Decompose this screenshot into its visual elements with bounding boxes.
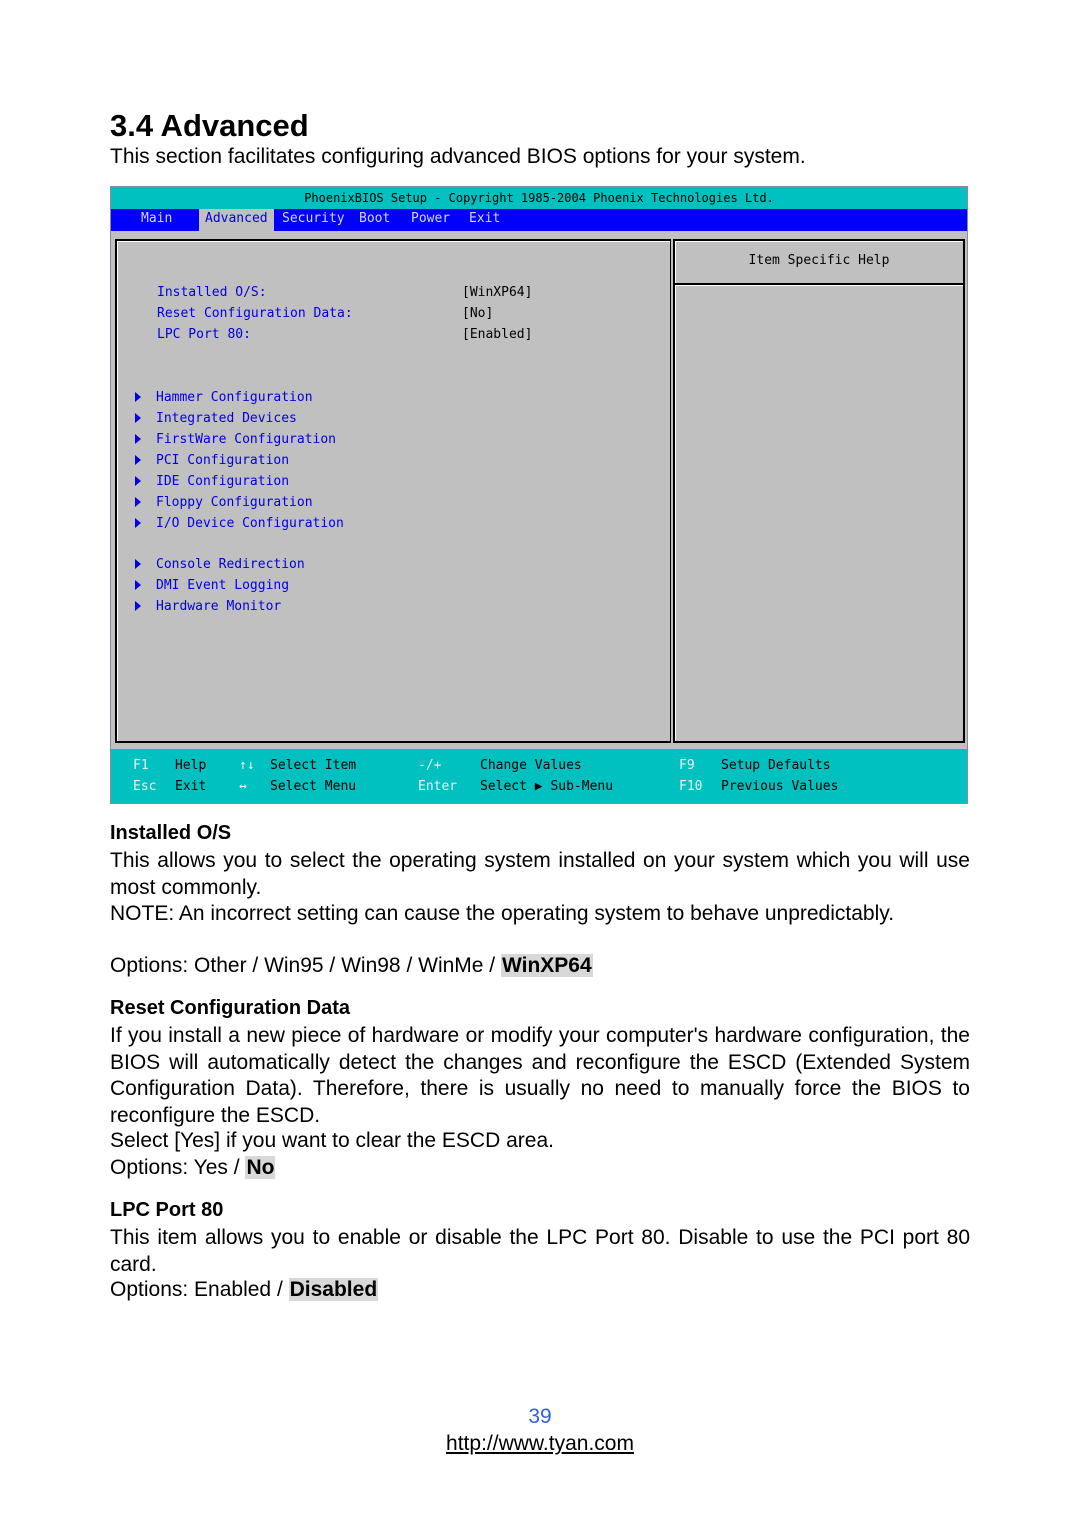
page-number: 39 xyxy=(528,1405,552,1428)
default-option-highlight: Disabled xyxy=(288,1278,379,1301)
submenu-arrow-icon xyxy=(135,601,141,611)
reset-config-heading: Reset Configuration Data xyxy=(110,997,351,1019)
submenu-label: Floppy Configuration xyxy=(156,495,313,510)
submenu-arrow-icon xyxy=(135,518,141,528)
key-select-item-desc: Select Item xyxy=(270,758,357,773)
key-up-down-arrows-icon: ↑↓ xyxy=(239,758,255,773)
key-f1-desc: Help xyxy=(175,758,207,773)
key-select-submenu-desc: Select ▶ Sub-Menu xyxy=(480,779,614,794)
bios-title-bar: PhoenixBIOS Setup - Copyright 1985-2004 … xyxy=(111,187,967,209)
submenu-label: Console Redirection xyxy=(156,557,305,572)
submenu-label: DMI Event Logging xyxy=(156,578,290,593)
submenu-hardware-monitor[interactable]: Hardware Monitor xyxy=(135,599,281,614)
submenu-integrated-devices[interactable]: Integrated Devices xyxy=(135,411,297,426)
submenu-arrow-icon xyxy=(135,455,141,465)
submenu-console-redirection[interactable]: Console Redirection xyxy=(135,557,305,572)
submenu-arrow-icon xyxy=(135,476,141,486)
key-minus-plus: -/+ xyxy=(418,758,442,773)
submenu-pci-configuration[interactable]: PCI Configuration xyxy=(135,453,289,468)
installed-os-description: This allows you to select the operating … xyxy=(110,849,970,899)
key-f9-desc: Setup Defaults xyxy=(721,758,831,773)
options-list: Options: Enabled / xyxy=(110,1278,289,1301)
key-f10: F10 xyxy=(679,779,703,794)
submenu-label: Hardware Monitor xyxy=(156,599,282,614)
installed-os-heading: Installed O/S xyxy=(110,822,232,844)
setting-lpc-port-value[interactable]: [Enabled] xyxy=(462,327,532,342)
key-select-menu-desc: Select Menu xyxy=(270,779,357,794)
submenu-label: Hammer Configuration xyxy=(156,390,313,405)
key-change-values-desc: Change Values xyxy=(480,758,582,773)
submenu-arrow-icon xyxy=(135,392,141,402)
default-option-highlight: No xyxy=(245,1156,276,1179)
submenu-firstware-configuration[interactable]: FirstWare Configuration xyxy=(135,432,336,447)
help-panel-title: Item Specific Help xyxy=(675,241,963,285)
section-intro: This section facilitates configuring adv… xyxy=(110,145,806,168)
submenu-io-device-configuration[interactable]: I/O Device Configuration xyxy=(135,516,344,531)
submenu-arrow-icon xyxy=(135,559,141,569)
submenu-label: FirstWare Configuration xyxy=(156,432,337,447)
submenu-floppy-configuration[interactable]: Floppy Configuration xyxy=(135,495,313,510)
website-link[interactable]: http://www.tyan.com xyxy=(0,1432,1080,1456)
setting-reset-config-value[interactable]: [No] xyxy=(462,306,493,321)
setting-reset-config-label[interactable]: Reset Configuration Data: xyxy=(157,306,353,321)
submenu-label: I/O Device Configuration xyxy=(156,516,344,531)
lpc-port-heading: LPC Port 80 xyxy=(110,1199,224,1221)
submenu-ide-configuration[interactable]: IDE Configuration xyxy=(135,474,289,489)
bios-key-legend: F1 Help Esc Exit ↑↓ Select Item ↔ Select… xyxy=(111,749,967,803)
bios-settings-panel: Installed O/S: [WinXP64] Reset Configura… xyxy=(115,239,671,743)
installed-os-note: NOTE: An incorrect setting can cause the… xyxy=(110,902,895,925)
default-option-highlight: WinXP64 xyxy=(500,954,593,977)
reset-config-select-note: Select [Yes] if you want to clear the ES… xyxy=(110,1129,554,1152)
key-f9: F9 xyxy=(679,758,695,773)
submenu-arrow-icon xyxy=(135,580,141,590)
reset-config-description: If you install a new piece of hardware o… xyxy=(110,1024,970,1127)
page-title: 3.4 Advanced xyxy=(110,108,309,143)
key-esc: Esc xyxy=(133,779,157,794)
tab-boot[interactable]: Boot xyxy=(359,209,390,231)
setting-installed-os-value[interactable]: [WinXP64] xyxy=(462,285,532,300)
key-esc-desc: Exit xyxy=(175,779,207,794)
submenu-hammer-configuration[interactable]: Hammer Configuration xyxy=(135,390,313,405)
setting-lpc-port-label[interactable]: LPC Port 80: xyxy=(157,327,251,342)
options-list: Options: Other / Win95 / Win98 / WinMe / xyxy=(110,954,501,977)
submenu-arrow-icon xyxy=(135,434,141,444)
submenu-label: Integrated Devices xyxy=(156,411,297,426)
key-left-right-arrows-icon: ↔ xyxy=(239,779,247,794)
lpc-port-description: This item allows you to enable or disabl… xyxy=(110,1226,970,1276)
key-enter: Enter xyxy=(418,779,458,794)
key-f1: F1 xyxy=(133,758,149,773)
tab-power[interactable]: Power xyxy=(411,209,450,231)
bios-screenshot: PhoenixBIOS Setup - Copyright 1985-2004 … xyxy=(110,186,968,804)
setting-installed-os-label[interactable]: Installed O/S: xyxy=(157,285,267,300)
tab-security[interactable]: Security xyxy=(282,209,345,231)
submenu-label: IDE Configuration xyxy=(156,474,290,489)
item-help-panel: Item Specific Help xyxy=(673,239,965,743)
tab-advanced[interactable]: Advanced xyxy=(199,209,274,231)
key-f10-desc: Previous Values xyxy=(721,779,839,794)
tab-main[interactable]: Main xyxy=(141,209,172,231)
reset-config-options: Options: Yes / No xyxy=(110,1156,276,1180)
tab-exit[interactable]: Exit xyxy=(469,209,500,231)
installed-os-options: Options: Other / Win95 / Win98 / WinMe /… xyxy=(110,954,593,978)
lpc-port-options: Options: Enabled / Disabled xyxy=(110,1278,379,1302)
bios-menu-bar: Main Advanced Security Boot Power Exit xyxy=(111,209,967,231)
submenu-label: PCI Configuration xyxy=(156,453,290,468)
submenu-arrow-icon xyxy=(135,413,141,423)
submenu-arrow-icon xyxy=(135,497,141,507)
options-list: Options: Yes / xyxy=(110,1156,246,1179)
submenu-dmi-event-logging[interactable]: DMI Event Logging xyxy=(135,578,289,593)
